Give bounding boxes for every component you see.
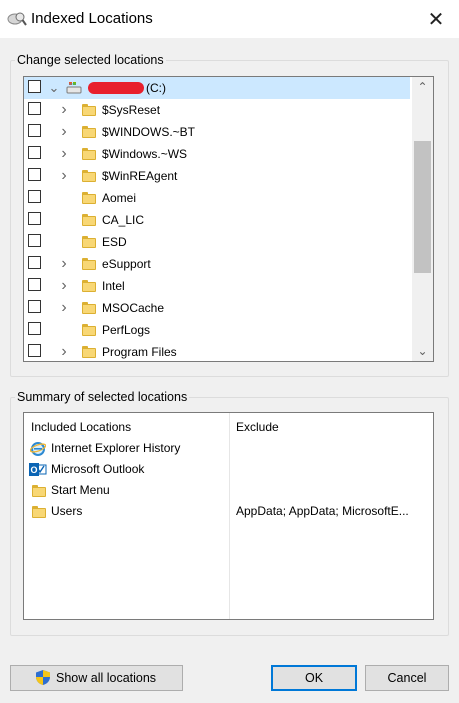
drive-icon xyxy=(66,82,82,94)
tree-row[interactable]: › eSupport xyxy=(24,253,410,275)
chevron-right-icon[interactable]: › xyxy=(56,123,72,141)
drive-label: (C:) xyxy=(146,81,166,95)
folder-checkbox[interactable] xyxy=(28,234,41,247)
chevron-down-icon[interactable]: ⌄ xyxy=(46,79,62,97)
window-title: Indexed Locations xyxy=(31,10,153,27)
tree-row[interactable]: › $WINDOWS.~BT xyxy=(24,121,410,143)
folder-label: $WINDOWS.~BT xyxy=(102,125,196,139)
folder-checkbox[interactable] xyxy=(28,322,41,335)
folder-checkbox[interactable] xyxy=(28,190,41,203)
scroll-down-arrow[interactable]: ⌄ xyxy=(412,341,433,361)
tree-row[interactable]: › MSOCache xyxy=(24,297,410,319)
exclude-header: Exclude xyxy=(236,420,279,434)
close-icon: ✕ xyxy=(427,8,445,31)
redacted-volume-name xyxy=(88,82,144,94)
folder-label: MSOCache xyxy=(102,301,165,315)
tree-row[interactable]: › $WinREAgent xyxy=(24,165,410,187)
chevron-right-icon[interactable]: › xyxy=(56,167,72,185)
folder-icon xyxy=(82,302,96,314)
included-locations-header: Included Locations xyxy=(31,420,132,434)
cancel-label: Cancel xyxy=(387,671,427,685)
folder-label: Aomei xyxy=(102,191,137,205)
folder-icon xyxy=(82,346,96,358)
chevron-right-icon[interactable]: › xyxy=(56,101,72,119)
chevron-right-icon[interactable]: › xyxy=(56,255,72,273)
summary-row-users: Users AppData; AppData; MicrosoftE... xyxy=(24,501,433,522)
scroll-thumb[interactable] xyxy=(414,141,431,273)
show-all-locations-button[interactable]: Show all locations xyxy=(10,665,183,691)
folder-icon xyxy=(82,214,96,226)
tree-row[interactable]: CA_LIC xyxy=(24,209,410,231)
folder-checkbox[interactable] xyxy=(28,124,41,137)
scroll-up-arrow[interactable]: ⌃ xyxy=(412,77,433,97)
folder-checkbox[interactable] xyxy=(28,278,41,291)
summary-list: Included Locations Exclude Internet Expl… xyxy=(23,412,434,620)
folder-label: eSupport xyxy=(102,257,151,271)
chevron-right-icon[interactable]: › xyxy=(56,277,72,295)
tree-row[interactable]: PerfLogs xyxy=(24,319,410,341)
summary-row-outlook: O Microsoft Outlook xyxy=(24,459,433,480)
outlook-icon: O xyxy=(29,463,47,476)
summary-label: Users xyxy=(51,504,83,518)
chevron-right-icon[interactable]: › xyxy=(56,343,72,361)
folder-icon xyxy=(82,236,96,248)
tree-row-drive-c[interactable]: ⌄ (C:) xyxy=(24,77,410,99)
ok-button[interactable]: OK xyxy=(271,665,357,691)
folder-checkbox[interactable] xyxy=(28,344,41,357)
tree-row[interactable]: › $Windows.~WS xyxy=(24,143,410,165)
locations-tree[interactable]: ⌄ (C:) › $SysReset › $WINDOWS.~BT › $Windows.… xyxy=(23,76,434,362)
tree-row[interactable]: Aomei xyxy=(24,187,410,209)
folder-checkbox[interactable] xyxy=(28,300,41,313)
outlook-badge: O xyxy=(30,465,37,475)
folder-checkbox[interactable] xyxy=(28,146,41,159)
folder-checkbox[interactable] xyxy=(28,168,41,181)
summary-label: Microsoft Outlook xyxy=(51,462,145,476)
folder-checkbox[interactable] xyxy=(28,102,41,115)
folder-icon xyxy=(82,280,96,292)
tree-row[interactable]: › Program Files xyxy=(24,341,410,361)
summary-row-ie-history: Internet Explorer History xyxy=(24,438,433,459)
folder-icon xyxy=(82,192,96,204)
folder-label: ESD xyxy=(102,235,127,249)
close-button[interactable]: ✕ xyxy=(413,0,459,38)
folder-icon xyxy=(82,324,96,336)
folder-icon xyxy=(82,126,96,138)
folder-label: PerfLogs xyxy=(102,323,151,337)
cancel-button[interactable]: Cancel xyxy=(365,665,449,691)
folder-icon xyxy=(82,170,96,182)
vertical-scrollbar[interactable]: ⌃ ⌄ xyxy=(412,77,433,361)
show-all-label: Show all locations xyxy=(56,671,157,685)
change-locations-legend: Change selected locations xyxy=(17,53,164,67)
checkbox-drive-c[interactable] xyxy=(28,80,41,93)
uac-shield-icon xyxy=(36,670,50,685)
chevron-right-icon[interactable]: › xyxy=(56,145,72,163)
chevron-right-icon[interactable]: › xyxy=(56,299,72,317)
folder-label: $SysReset xyxy=(102,103,161,117)
folder-label: CA_LIC xyxy=(102,213,145,227)
folder-icon xyxy=(32,506,46,518)
summary-exclude: AppData; AppData; MicrosoftE... xyxy=(236,504,409,518)
internet-explorer-icon xyxy=(30,442,46,456)
summary-label: Start Menu xyxy=(51,483,110,497)
folder-label: Intel xyxy=(102,279,125,293)
folder-label: Program Files xyxy=(102,345,177,359)
summary-row-start-menu: Start Menu xyxy=(24,480,433,501)
folder-icon xyxy=(82,148,96,160)
summary-legend: Summary of selected locations xyxy=(17,390,188,404)
indexing-options-icon xyxy=(7,12,27,26)
folder-label: $Windows.~WS xyxy=(102,147,188,161)
summary-label: Internet Explorer History xyxy=(51,441,181,455)
folder-checkbox[interactable] xyxy=(28,256,41,269)
tree-row[interactable]: › $SysReset xyxy=(24,99,410,121)
ok-label: OK xyxy=(304,671,324,685)
title-bar: Indexed Locations ✕ xyxy=(0,0,459,38)
tree-row[interactable]: › Intel xyxy=(24,275,410,297)
folder-icon xyxy=(32,485,46,497)
folder-label: $WinREAgent xyxy=(102,169,178,183)
folder-checkbox[interactable] xyxy=(28,212,41,225)
folder-icon xyxy=(82,258,96,270)
folder-icon xyxy=(82,104,96,116)
tree-row[interactable]: ESD xyxy=(24,231,410,253)
